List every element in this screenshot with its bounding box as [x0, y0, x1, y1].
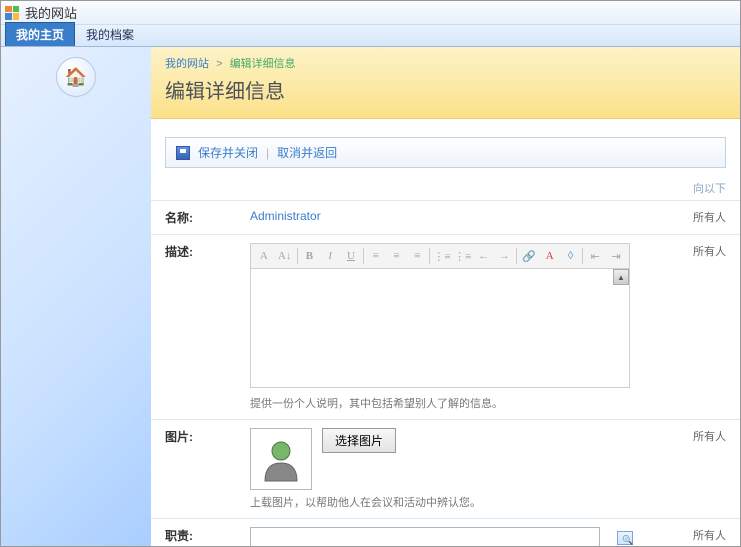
content-area: 我的网站 > 编辑详细信息 编辑详细信息 保存并关闭 | 取消并返回 向以下 名…: [151, 47, 740, 546]
rte-list-bullet-icon[interactable]: ⋮≡: [454, 247, 472, 265]
rte-indent-icon[interactable]: →: [495, 247, 513, 265]
pic-help-text: 上载图片，以帮助他人在会议和活动中辨认您。: [250, 494, 676, 510]
rte-textcolor-icon[interactable]: A: [541, 247, 559, 265]
rte-separator: [429, 248, 430, 264]
choose-picture-button[interactable]: 选择图片: [322, 428, 396, 453]
rte-separator: [363, 248, 364, 264]
rte-underline-icon[interactable]: U: [342, 247, 360, 265]
row-description: 描述: A A↓ B I U ≡ ≡ ≡ ⋮≡: [151, 234, 740, 419]
duty-visibility[interactable]: 所有人: [676, 527, 726, 543]
row-picture: 图片: 选择图片 上载图片，以帮助他人在会议和活动中辨认您。 所有人: [151, 419, 740, 518]
duty-input[interactable]: [250, 527, 600, 546]
name-label: 名称:: [165, 209, 250, 226]
rte-italic-icon[interactable]: I: [321, 247, 339, 265]
app-title: 我的网站: [25, 3, 77, 22]
breadcrumb-root-link[interactable]: 我的网站: [165, 58, 209, 70]
rte-font-icon[interactable]: A: [255, 247, 273, 265]
richtext-toolbar: A A↓ B I U ≡ ≡ ≡ ⋮≡ ⋮≡ ← →: [250, 243, 630, 268]
breadcrumb: 我的网站 > 编辑详细信息: [165, 55, 726, 71]
rte-list-num-icon[interactable]: ⋮≡: [433, 247, 451, 265]
avatar-placeholder-icon: [257, 435, 305, 483]
rte-ltr-icon[interactable]: ⇤: [586, 247, 604, 265]
lookup-icon[interactable]: [617, 531, 633, 545]
edit-form: 名称: Administrator 所有人 描述: A A↓ B I U ≡: [151, 196, 740, 546]
rte-separator: [582, 248, 583, 264]
duty-label: 职责:: [165, 527, 250, 544]
row-name: 名称: Administrator 所有人: [151, 200, 740, 234]
row-duty: 职责: 包括与当前项目、任务或作业说明相关的信息。 所有人: [151, 518, 740, 546]
toolbar-divider: |: [266, 146, 269, 160]
scroll-hint: 向以下: [151, 178, 740, 196]
breadcrumb-separator: >: [216, 58, 222, 70]
rte-align-right-icon[interactable]: ≡: [408, 247, 426, 265]
page-banner: 我的网站 > 编辑详细信息 编辑详细信息: [151, 47, 740, 119]
rte-separator: [516, 248, 517, 264]
description-textarea[interactable]: [250, 268, 630, 388]
breadcrumb-current: 编辑详细信息: [230, 58, 296, 70]
pic-label: 图片:: [165, 428, 250, 445]
rte-align-left-icon[interactable]: ≡: [367, 247, 385, 265]
rte-separator: [297, 248, 298, 264]
tab-my-home[interactable]: 我的主页: [5, 22, 75, 46]
rte-rtl-icon[interactable]: ⇥: [607, 247, 625, 265]
name-value[interactable]: Administrator: [250, 209, 321, 223]
name-visibility[interactable]: 所有人: [676, 209, 726, 225]
desc-help-text: 提供一份个人说明，其中包括希望别人了解的信息。: [250, 395, 676, 411]
main-layout: 🏠 我的网站 > 编辑详细信息 编辑详细信息 保存并关闭 | 取消并返回 向以下…: [1, 47, 740, 546]
scrollbar-up-icon[interactable]: ▲: [613, 269, 629, 285]
pic-visibility[interactable]: 所有人: [676, 428, 726, 444]
home-globe-icon[interactable]: 🏠: [56, 57, 96, 97]
save-icon: [176, 146, 190, 160]
action-toolbar: 保存并关闭 | 取消并返回: [165, 137, 726, 168]
save-close-button[interactable]: 保存并关闭: [198, 144, 258, 161]
rte-link-icon[interactable]: 🔗: [520, 247, 538, 265]
page-title: 编辑详细信息: [165, 75, 726, 104]
rte-align-center-icon[interactable]: ≡: [388, 247, 406, 265]
tab-my-profile[interactable]: 我的档案: [75, 22, 145, 46]
picture-thumbnail: [250, 428, 312, 490]
sidebar: 🏠: [1, 47, 151, 546]
cancel-return-button[interactable]: 取消并返回: [277, 144, 337, 161]
rte-fontsize-icon[interactable]: A↓: [276, 247, 294, 265]
desc-visibility[interactable]: 所有人: [676, 243, 726, 259]
rte-bold-icon[interactable]: B: [301, 247, 319, 265]
rte-outdent-icon[interactable]: ←: [475, 247, 493, 265]
tab-bar: 我的主页 我的档案: [1, 25, 740, 47]
rte-bgcolor-icon[interactable]: ◊: [562, 247, 580, 265]
app-logo-icon: [5, 6, 19, 20]
desc-label: 描述:: [165, 243, 250, 260]
